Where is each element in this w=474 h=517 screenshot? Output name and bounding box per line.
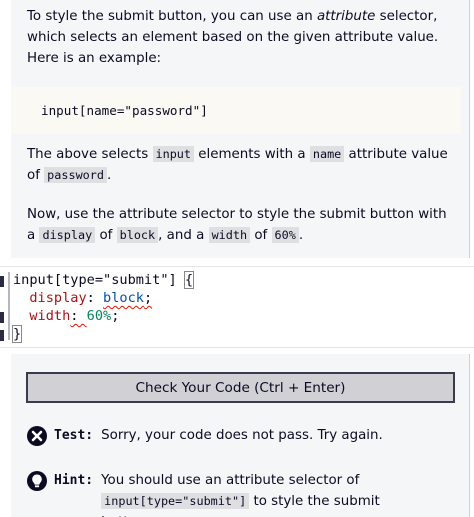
- text: , and a: [158, 228, 209, 243]
- text: The above selects: [27, 147, 153, 162]
- property-value: 60%: [86, 308, 112, 324]
- test-result-row: Test: Sorry, your code does not pass. Tr…: [26, 425, 383, 447]
- text: elements with a: [194, 147, 310, 162]
- inline-code: input[type="submit"]: [101, 493, 250, 509]
- instruction-paragraph-2: The above selects input elements with a …: [27, 144, 455, 186]
- code-line-1[interactable]: input[type="submit"] {: [13, 271, 195, 289]
- code-editor[interactable]: input[type="submit"] { display: block; w…: [0, 266, 474, 348]
- inline-code: input: [152, 146, 195, 162]
- text: of: [250, 228, 272, 243]
- semicolon: ;: [111, 308, 120, 324]
- code-line-4[interactable]: }: [11, 325, 23, 343]
- inline-code: name: [309, 146, 345, 162]
- instruction-paragraph-3: Now, use the attribute selector to style…: [27, 204, 455, 246]
- open-brace: {: [183, 271, 195, 289]
- property-value: block: [103, 290, 144, 306]
- code-line-2[interactable]: display: block;: [13, 289, 152, 307]
- code-line-3[interactable]: width: 60%;: [13, 307, 119, 325]
- gutter-marker: [0, 312, 4, 323]
- hint-row: Hint: You should use an attribute select…: [26, 470, 431, 517]
- colon: :: [70, 308, 87, 324]
- inline-code: block: [116, 227, 159, 243]
- gutter-marker: [0, 330, 4, 341]
- results-panel: Check Your Code (Ctrl + Enter) Test: Sor…: [11, 354, 470, 517]
- text: You should use an attribute selector of: [101, 473, 360, 488]
- colon: :: [86, 290, 104, 306]
- close-brace: }: [11, 325, 23, 343]
- emphasis-text: attribute: [316, 9, 376, 24]
- gutter-marker: [0, 276, 4, 287]
- text: .: [298, 228, 304, 243]
- inline-code: password: [44, 167, 107, 183]
- x-circle-icon: [27, 426, 47, 446]
- text: To style the submit button, you can use …: [27, 9, 317, 24]
- hint-label: Hint:: [54, 473, 94, 488]
- example-code-block: input[name="password"]: [11, 87, 461, 134]
- inline-code: display: [39, 227, 96, 243]
- lightbulb-icon: [27, 471, 47, 491]
- inline-code: width: [208, 227, 251, 243]
- instructions-panel: To style the submit button, you can use …: [11, 0, 470, 258]
- test-message: Sorry, your code does not pass. Try agai…: [101, 428, 383, 443]
- text: .: [107, 168, 112, 183]
- instruction-paragraph-1: To style the submit button, you can use …: [27, 6, 455, 69]
- semicolon: ;: [143, 290, 153, 306]
- example-code: input[name="password"]: [41, 103, 208, 118]
- test-label: Test:: [54, 428, 94, 443]
- challenge-page: To style the submit button, you can use …: [0, 0, 474, 517]
- property-name: width: [29, 308, 71, 324]
- check-code-button[interactable]: Check Your Code (Ctrl + Enter): [26, 372, 455, 403]
- property-name: display: [29, 290, 87, 306]
- hint-message: You should use an attribute selector of …: [101, 470, 431, 517]
- selector-text: input[type="submit"]: [13, 272, 185, 288]
- inline-code: 60%: [271, 227, 299, 243]
- text: of: [95, 228, 117, 243]
- indent-guide: [8, 272, 10, 340]
